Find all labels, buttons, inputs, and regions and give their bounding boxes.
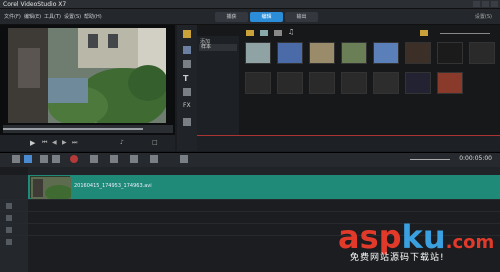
library-grid xyxy=(245,42,500,134)
library-thumbnail[interactable] xyxy=(405,72,431,94)
play-icon[interactable]: ▶ xyxy=(30,139,37,147)
transition-icon[interactable] xyxy=(183,60,191,68)
zoom-slider[interactable] xyxy=(410,159,450,160)
preview-frame xyxy=(8,28,166,123)
app-title: Corel VideoStudio X7 xyxy=(3,1,67,8)
video-preview xyxy=(8,28,166,123)
scrub-progress xyxy=(3,128,143,130)
library-thumbnail[interactable] xyxy=(469,42,495,64)
library-footer xyxy=(197,135,500,151)
menu-file[interactable]: 文件(F) xyxy=(4,13,21,20)
media-icon[interactable] xyxy=(183,30,191,38)
overlay-track[interactable] xyxy=(0,199,500,211)
library-thumbnail[interactable] xyxy=(437,42,463,64)
menu-tools[interactable]: 工具(T) xyxy=(44,13,61,20)
clip-thumbnail[interactable] xyxy=(30,176,73,201)
window-controls xyxy=(473,1,498,7)
watermark-subtitle: 免费网站源码下载站! xyxy=(350,253,445,263)
title-track-icon xyxy=(6,215,12,221)
library-thumbnail[interactable] xyxy=(277,72,303,94)
library-thumbnail[interactable] xyxy=(341,72,367,94)
audio-filter-icon[interactable]: ♫ xyxy=(288,28,294,36)
library-thumbnail[interactable] xyxy=(341,42,367,64)
import-folder-icon[interactable] xyxy=(246,30,254,36)
maximize-icon[interactable] xyxy=(482,1,489,7)
tab-edit[interactable]: 编辑 xyxy=(250,12,283,22)
record-icon[interactable] xyxy=(70,155,78,163)
path-icon[interactable] xyxy=(183,118,191,126)
redo-icon[interactable] xyxy=(52,155,60,163)
clip-name: 20160415_174953_174963.avi xyxy=(74,183,152,189)
player-controls xyxy=(0,135,175,151)
library-thumbnail[interactable] xyxy=(309,72,335,94)
sort-icon[interactable] xyxy=(420,30,428,36)
undo-icon[interactable] xyxy=(40,155,48,163)
volume-icon[interactable]: ♪ xyxy=(120,139,127,146)
library-thumbnail[interactable] xyxy=(373,72,399,94)
title-icon[interactable]: T xyxy=(183,74,191,83)
instant-project-icon[interactable] xyxy=(183,46,191,54)
graphic-icon[interactable] xyxy=(183,88,191,96)
voice-track-icon xyxy=(6,227,12,233)
library-thumbnail[interactable] xyxy=(245,72,271,94)
next-frame-icon[interactable]: ▶ xyxy=(62,139,69,146)
timecode: 0:00:05:00 xyxy=(459,155,492,162)
filter-icon[interactable]: FX xyxy=(183,102,191,110)
storyboard-view-icon[interactable] xyxy=(12,155,20,163)
end-icon[interactable]: ⏭ xyxy=(72,139,79,146)
thumbnail-size-slider[interactable] xyxy=(440,33,490,34)
motion-tracking-icon[interactable] xyxy=(130,155,138,163)
photo-filter-icon[interactable] xyxy=(274,30,282,36)
library-thumbnail[interactable] xyxy=(277,42,303,64)
view-icon[interactable] xyxy=(260,30,268,36)
title-bar: Corel VideoStudio X7 xyxy=(0,0,500,9)
overlay-track-icon xyxy=(6,203,12,209)
mixer-icon[interactable] xyxy=(90,155,98,163)
tab-capture[interactable]: 捕获 xyxy=(215,12,248,22)
timeline-view-icon[interactable] xyxy=(24,155,32,163)
library-thumbnail[interactable] xyxy=(405,42,431,64)
prev-frame-icon[interactable]: ◀ xyxy=(52,139,59,146)
library-thumbnail[interactable] xyxy=(373,42,399,64)
minimize-icon[interactable] xyxy=(473,1,480,7)
library-thumbnail[interactable] xyxy=(245,42,271,64)
folder-samples[interactable]: 样本 xyxy=(199,44,237,51)
tab-share[interactable]: 输出 xyxy=(285,12,318,22)
watermark-part-c: .com xyxy=(445,232,495,253)
menu-help[interactable]: 帮助(H) xyxy=(84,13,102,20)
multi-camera-icon[interactable] xyxy=(180,155,188,163)
music-track-icon xyxy=(6,239,12,245)
library-thumbnail[interactable] xyxy=(309,42,335,64)
start-icon[interactable]: ⏮ xyxy=(42,139,49,146)
menu-edit[interactable]: 编辑(E) xyxy=(24,13,41,20)
menu-bar: 文件(F) 编辑(E) 工具(T) 设置(S) 帮助(H) 捕获 编辑 输出 设… xyxy=(0,9,500,25)
timeline-ruler[interactable] xyxy=(28,167,500,175)
auto-music-icon[interactable] xyxy=(110,155,118,163)
subtitle-icon[interactable] xyxy=(150,155,158,163)
close-icon[interactable] xyxy=(491,1,498,7)
library-toolbar: ♫ xyxy=(240,27,500,40)
menu-settings[interactable]: 设置(S) xyxy=(64,13,81,20)
clip-frame xyxy=(31,177,73,201)
library-thumbnail[interactable] xyxy=(437,72,463,94)
settings-link[interactable]: 设置(S) xyxy=(475,13,492,20)
enlarge-icon[interactable]: □ xyxy=(152,139,159,146)
library-folder-tree: 添加 样本 xyxy=(197,36,239,136)
